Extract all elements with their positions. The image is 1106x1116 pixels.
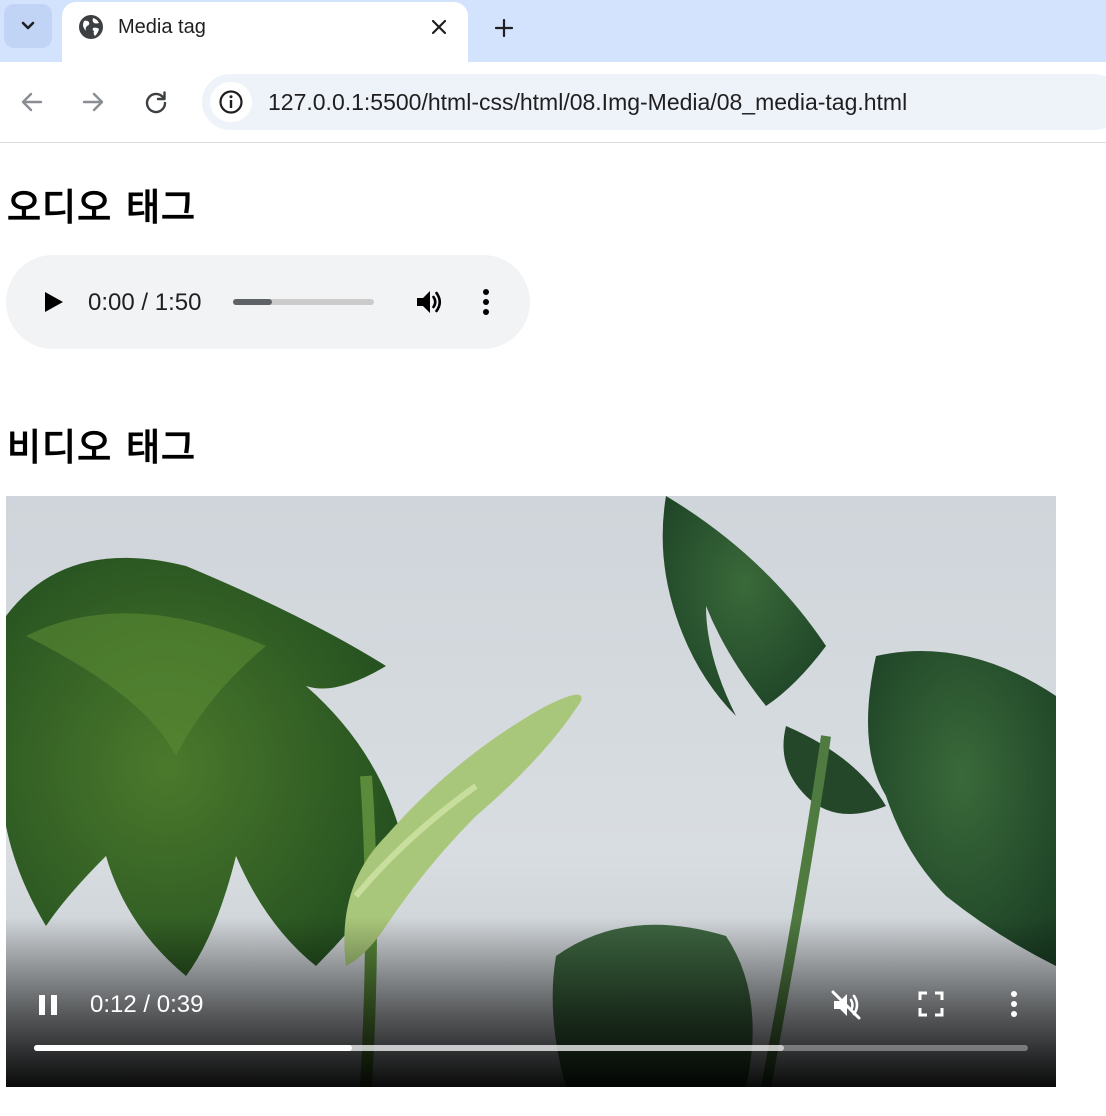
forward-button[interactable] — [73, 82, 113, 122]
video-player[interactable]: 0:12 / 0:39 — [6, 496, 1056, 1087]
volume-icon[interactable] — [414, 287, 444, 317]
info-icon — [219, 90, 243, 114]
audio-progress-bar[interactable] — [233, 299, 374, 305]
more-vert-icon[interactable] — [476, 287, 496, 317]
arrow-right-icon — [82, 92, 104, 112]
video-progress-bar[interactable] — [34, 1045, 1028, 1051]
fullscreen-icon[interactable] — [916, 989, 946, 1019]
more-vert-icon[interactable] — [1004, 989, 1024, 1019]
video-played-bar — [34, 1045, 353, 1051]
reload-icon — [145, 91, 167, 114]
site-info-button[interactable] — [210, 82, 252, 122]
close-tab-button[interactable] — [426, 14, 452, 40]
video-heading: 비디오 태그 — [7, 426, 197, 469]
audio-progress-fill — [233, 299, 273, 305]
address-bar[interactable]: 127.0.0.1:5500/html-css/html/08.Img-Medi… — [202, 74, 1106, 130]
reload-button[interactable] — [136, 82, 176, 122]
page-content: 오디오 태그 0:00 / 1:50 비디오 태그 0:12 / 0:39 — [0, 143, 1106, 1116]
audio-heading: 오디오 태그 — [7, 186, 197, 229]
tab-search-button[interactable] — [4, 4, 52, 48]
arrow-left-icon — [21, 92, 43, 112]
audio-time: 0:00 / 1:50 — [88, 289, 202, 316]
plus-icon — [494, 18, 514, 38]
tab-strip: Media tag — [0, 0, 1106, 62]
active-tab[interactable]: Media tag — [62, 2, 468, 62]
volume-muted-icon[interactable] — [830, 989, 862, 1021]
browser-toolbar: 127.0.0.1:5500/html-css/html/08.Img-Medi… — [0, 62, 1106, 143]
audio-player[interactable]: 0:00 / 1:50 — [6, 255, 530, 349]
tab-title: Media tag — [118, 16, 206, 38]
chevron-down-icon — [21, 21, 35, 30]
close-icon — [431, 19, 447, 35]
video-time: 0:12 / 0:39 — [90, 991, 204, 1018]
new-tab-button[interactable] — [484, 8, 524, 48]
url-text: 127.0.0.1:5500/html-css/html/08.Img-Medi… — [268, 89, 908, 115]
pause-icon[interactable] — [34, 991, 62, 1019]
play-icon[interactable] — [40, 289, 66, 315]
globe-icon — [79, 15, 103, 39]
back-button[interactable] — [12, 82, 52, 122]
video-controls: 0:12 / 0:39 — [6, 917, 1056, 1087]
